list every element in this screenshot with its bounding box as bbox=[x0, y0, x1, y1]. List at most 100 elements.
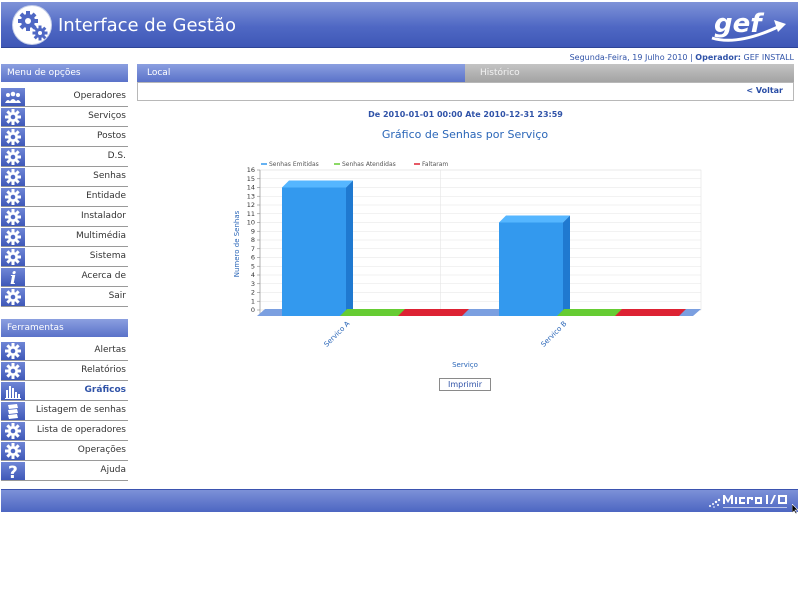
bar-chart-icon bbox=[1, 382, 25, 400]
y-tick-label: 8 bbox=[251, 236, 255, 244]
y-tick-label: 16 bbox=[247, 166, 255, 174]
help-icon: ? bbox=[1, 462, 25, 480]
menu-item-label: Instalador bbox=[80, 211, 126, 221]
tools-item-lista-de-operadores[interactable]: Lista de operadores bbox=[1, 421, 128, 441]
menu-item-instalador[interactable]: Instalador bbox=[1, 207, 128, 227]
gear-icon bbox=[1, 188, 25, 206]
print-button[interactable]: Imprimir bbox=[439, 378, 491, 391]
menu-item-sair[interactable]: Sair bbox=[1, 287, 128, 307]
y-tick-label: 1 bbox=[251, 297, 255, 305]
menu-item-label: Senhas bbox=[93, 171, 126, 181]
tools-item-label: Gráficos bbox=[84, 385, 126, 395]
app-header: Interface de Gestão gef bbox=[1, 2, 798, 48]
bar-zero bbox=[615, 309, 686, 316]
y-tick-label: 0 bbox=[251, 306, 255, 314]
app-footer bbox=[1, 489, 798, 512]
current-date: Segunda-Feira, 19 Julho 2010 bbox=[569, 53, 688, 62]
gear-icon bbox=[1, 288, 25, 306]
mouse-cursor-icon bbox=[792, 504, 799, 514]
gear-icon bbox=[1, 148, 25, 166]
tab-local[interactable]: Local bbox=[137, 64, 465, 82]
menu-item-senhas[interactable]: Senhas bbox=[1, 167, 128, 187]
gears-icon bbox=[12, 5, 52, 45]
y-tick-label: 6 bbox=[251, 254, 255, 262]
bar-side bbox=[346, 180, 353, 316]
gear-icon bbox=[1, 442, 25, 460]
tickets-icon bbox=[1, 402, 25, 420]
y-tick-label: 12 bbox=[247, 201, 255, 209]
micro-io-logo bbox=[709, 495, 787, 508]
gear-icon bbox=[1, 228, 25, 246]
y-tick-label: 5 bbox=[251, 262, 255, 270]
legend-entry: Senhas Emitidas bbox=[269, 161, 319, 168]
content-toolbar: < Voltar bbox=[137, 82, 794, 101]
back-link[interactable]: < Voltar bbox=[746, 86, 783, 95]
menu-item-multimedia[interactable]: Multimédia bbox=[1, 227, 128, 247]
tools-item-operacoes[interactable]: Operações bbox=[1, 441, 128, 461]
report-date-range: De 2010-01-01 00:00 Ate 2010-12-31 23:59 bbox=[368, 110, 563, 119]
menu-item-postos[interactable]: Postos bbox=[1, 127, 128, 147]
gear-icon bbox=[1, 128, 25, 146]
tools-item-label: Operações bbox=[77, 445, 126, 455]
svg-text:?: ? bbox=[8, 463, 18, 480]
tools-item-alertas[interactable]: Alertas bbox=[1, 341, 128, 361]
gear-icon bbox=[1, 208, 25, 226]
tools-item-label: Relatórios bbox=[81, 365, 126, 375]
info-icon: i bbox=[1, 268, 25, 286]
tools-item-graficos[interactable]: Gráficos bbox=[1, 381, 128, 401]
gear-icon bbox=[1, 168, 25, 186]
gear-icon bbox=[1, 362, 25, 380]
tools-menu: Alertas Relatórios Gráficos Listagem de sen… bbox=[1, 341, 128, 481]
x-tick-label: Servico B bbox=[540, 320, 569, 349]
menu-item-label: Serviços bbox=[88, 111, 126, 121]
operator-name: GEF INSTALL bbox=[743, 53, 794, 62]
x-tick-label: Servico A bbox=[323, 320, 352, 349]
x-axis-label: Serviço bbox=[452, 361, 478, 369]
tools-item-ajuda[interactable]: ? Ajuda bbox=[1, 461, 128, 481]
menu-item-label: Acerca de bbox=[81, 271, 126, 281]
operator-label: Operador: bbox=[695, 53, 741, 62]
menu-item-sistema[interactable]: Sistema bbox=[1, 247, 128, 267]
users-icon bbox=[1, 88, 25, 106]
menu-item-servicos[interactable]: Serviços bbox=[1, 107, 128, 127]
tools-item-label: Listagem de senhas bbox=[35, 405, 126, 415]
gef-logo-text: gef bbox=[714, 9, 765, 39]
menu-item-label: Entidade bbox=[86, 191, 126, 201]
legend-entry: Faltaram bbox=[422, 161, 448, 168]
gear-icon bbox=[1, 342, 25, 360]
bar-chart: Gráfico de Senhas por Serviço Senhas Emit… bbox=[233, 128, 702, 369]
y-tick-label: 11 bbox=[247, 210, 255, 218]
gear-icon bbox=[1, 248, 25, 266]
tools-item-label: Lista de operadores bbox=[36, 425, 126, 435]
tab-historico[interactable]: Histórico bbox=[465, 64, 794, 82]
bar-top bbox=[282, 180, 353, 188]
menu-item-label: D.S. bbox=[107, 151, 126, 161]
menu-item-label: Sistema bbox=[89, 251, 126, 261]
tools-item-listagem-de-senhas[interactable]: Listagem de senhas bbox=[1, 401, 128, 421]
gear-icon bbox=[1, 422, 25, 440]
legend-entry: Senhas Atendidas bbox=[342, 161, 396, 168]
bar-side bbox=[563, 215, 570, 316]
y-tick-label: 13 bbox=[247, 192, 255, 200]
menu-item-acerca-de[interactable]: i Acerca de bbox=[1, 267, 128, 287]
y-tick-label: 9 bbox=[251, 227, 255, 235]
tools-item-label: Alertas bbox=[94, 345, 126, 355]
menu-item-label: Postos bbox=[96, 131, 126, 141]
y-tick-label: 3 bbox=[251, 280, 255, 288]
gef-logo: gef bbox=[711, 9, 786, 42]
tools-item-relatorios[interactable]: Relatórios bbox=[1, 361, 128, 381]
menu-item-d-s[interactable]: D.S. bbox=[1, 147, 128, 167]
y-tick-label: 14 bbox=[247, 184, 255, 192]
bar bbox=[499, 222, 563, 316]
session-status: Segunda-Feira, 19 Julho 2010 | Operador:… bbox=[569, 53, 794, 62]
bar bbox=[282, 187, 346, 316]
gear-icon bbox=[1, 108, 25, 126]
menu-item-operadores[interactable]: Operadores bbox=[1, 87, 128, 107]
y-tick-label: 7 bbox=[251, 245, 255, 253]
svg-text:i: i bbox=[10, 269, 16, 286]
tools-item-label: Ajuda bbox=[100, 465, 126, 475]
options-menu: Operadores Serviços Postos D.S. Senhas Entida… bbox=[1, 87, 128, 307]
y-tick-label: 15 bbox=[247, 175, 255, 183]
menu-item-entidade[interactable]: Entidade bbox=[1, 187, 128, 207]
y-axis-label: Numero de Senhas bbox=[233, 210, 241, 277]
